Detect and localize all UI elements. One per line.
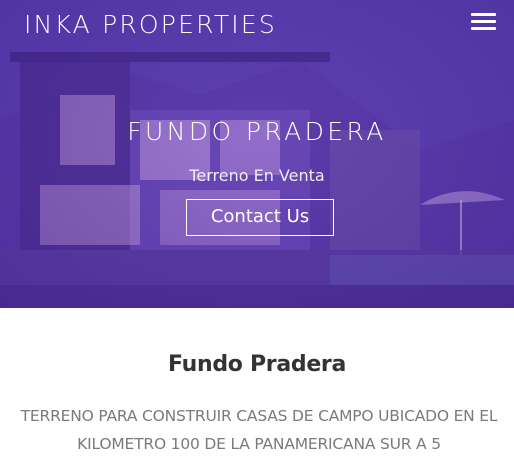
hero-title: FUNDO PRADERA (127, 117, 387, 146)
contact-us-button[interactable]: Contact Us (186, 199, 334, 236)
site-logo[interactable]: INKA PROPERTIES (24, 10, 277, 39)
hero-background-image (0, 0, 514, 308)
hero-banner: INKA PROPERTIES FUNDO PRADERA Terreno En… (0, 0, 514, 308)
hamburger-menu-icon[interactable] (471, 11, 497, 33)
menu-bar (471, 27, 496, 30)
section-title: Fundo Pradera (167, 352, 347, 377)
menu-bar (471, 13, 496, 16)
section-description: TERRENO PARA CONSTRUIR CASAS DE CAMPO UB… (20, 407, 498, 453)
menu-bar (471, 20, 496, 23)
hero-subtitle: Terreno En Venta (189, 166, 325, 185)
